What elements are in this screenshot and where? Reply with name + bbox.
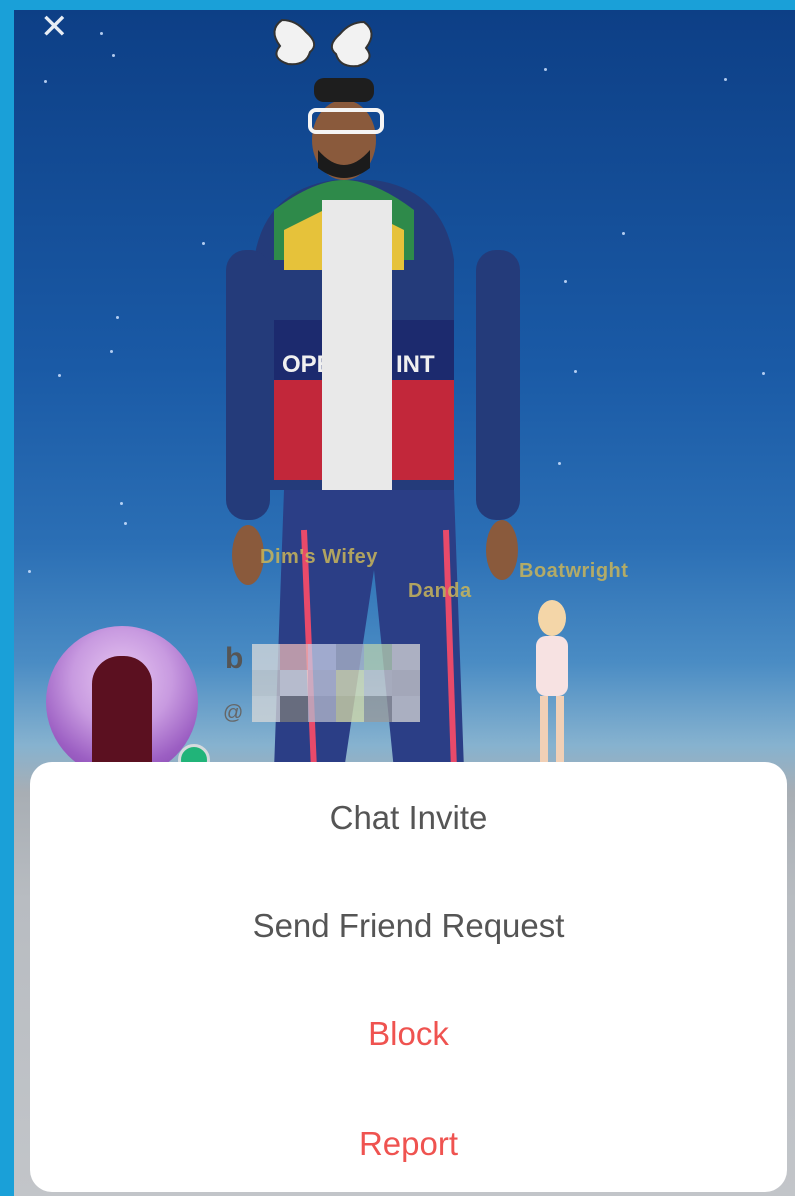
action-sheet: Chat Invite Send Friend Request Block Re…: [30, 762, 787, 1192]
profile-display-name: b: [225, 642, 244, 675]
star: [100, 32, 103, 35]
name-tag: Danda: [408, 580, 472, 602]
redacted-username-pixels: [252, 644, 420, 722]
block-button[interactable]: Block: [30, 1014, 787, 1054]
star: [58, 374, 61, 377]
send-friend-request-button[interactable]: Send Friend Request: [30, 906, 787, 946]
star: [564, 280, 567, 283]
avatar: [46, 626, 198, 778]
star: [544, 68, 547, 71]
star: [574, 370, 577, 373]
star: [110, 350, 113, 353]
chat-invite-button[interactable]: Chat Invite: [30, 798, 787, 838]
star: [124, 522, 127, 525]
star: [28, 570, 31, 573]
name-tag: Dim's Wifey: [260, 546, 378, 568]
star: [558, 462, 561, 465]
star: [44, 80, 47, 83]
star: [724, 78, 727, 81]
background-avatar: [536, 600, 568, 766]
star: [120, 502, 123, 505]
star: [116, 316, 119, 319]
jacket-print-right: INT: [396, 351, 435, 378]
report-button[interactable]: Report: [30, 1124, 787, 1164]
name-tag: Boatwright: [519, 560, 629, 582]
close-icon[interactable]: ✕: [40, 10, 69, 44]
star: [112, 54, 115, 57]
profile-handle: @: [223, 702, 244, 724]
avatar-figure-thumb: [92, 656, 152, 778]
scene-view: OPE INT ✕ Dim's Wifey Danda Boatwright b…: [14, 10, 795, 1196]
star: [762, 372, 765, 375]
star: [622, 232, 625, 235]
star: [202, 242, 205, 245]
profile-avatar[interactable]: [46, 626, 210, 778]
